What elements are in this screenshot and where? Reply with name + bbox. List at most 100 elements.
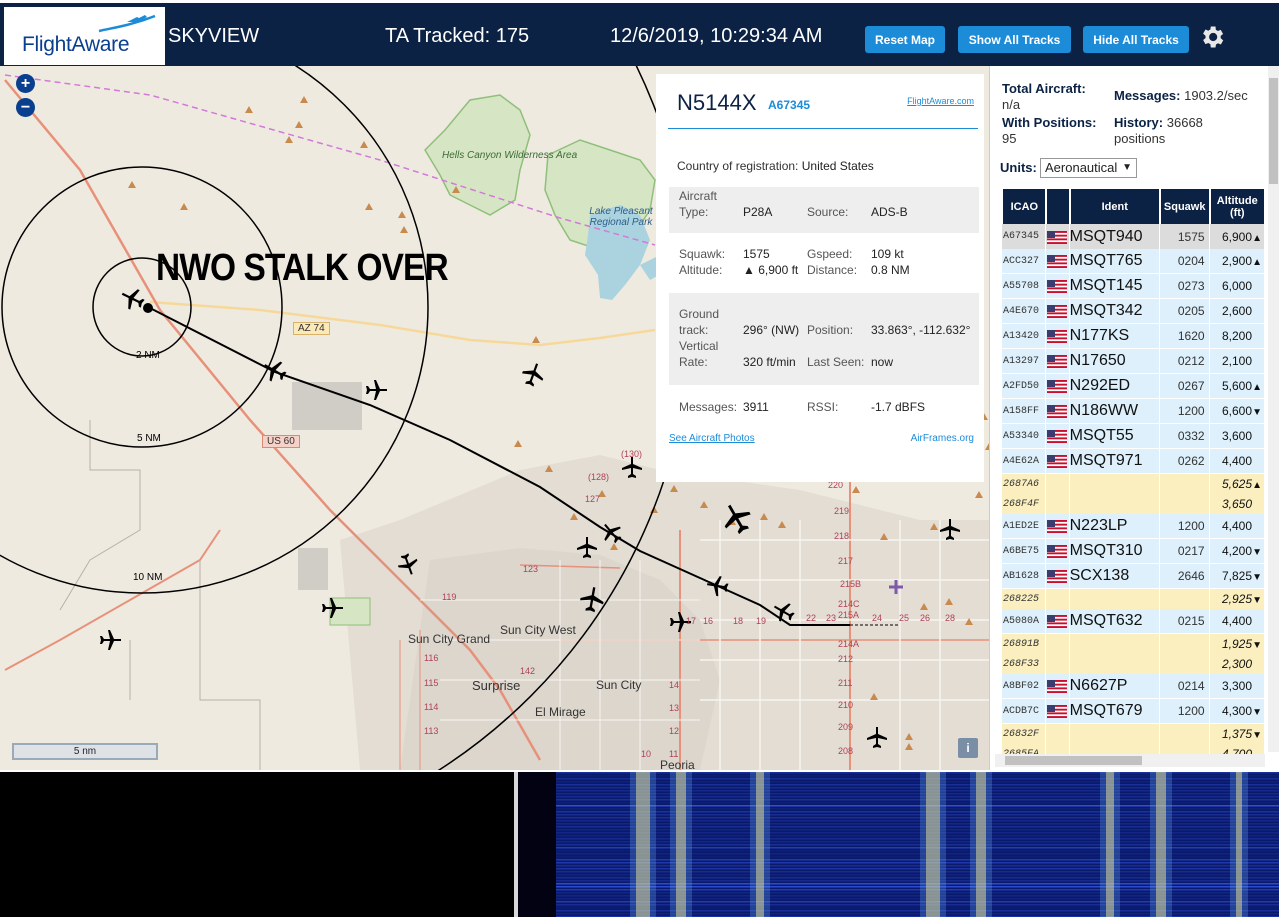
col-ident[interactable]: Ident bbox=[1069, 189, 1159, 224]
table-row[interactable]: ACC327 MSQT765 0204 2,900▲ bbox=[1002, 249, 1264, 274]
table-row[interactable]: 268F33 2,300 bbox=[1002, 654, 1264, 674]
route-number: 22 bbox=[806, 613, 817, 623]
table-row[interactable]: 268225 2,925▼ bbox=[1002, 589, 1264, 609]
aircraft-icon[interactable] bbox=[575, 536, 599, 560]
hide-all-tracks-button[interactable]: Hide All Tracks bbox=[1083, 26, 1189, 53]
table-row[interactable]: A6BE75 MSQT310 0217 4,200▼ bbox=[1002, 539, 1264, 564]
route-number: 215B bbox=[840, 579, 862, 589]
aircraft-icon[interactable] bbox=[772, 600, 796, 624]
cell-ident: MSQT55 bbox=[1069, 424, 1159, 449]
aircraft-icon[interactable] bbox=[865, 726, 889, 750]
table-row[interactable]: A2FD50 N292ED 0267 5,600▲ bbox=[1002, 374, 1264, 399]
cell-squawk bbox=[1159, 589, 1209, 609]
us-flag-icon bbox=[1046, 570, 1067, 584]
units-select[interactable]: Aeronautical ▼ bbox=[1040, 158, 1137, 178]
waterfall-graphic bbox=[556, 772, 1279, 917]
cell-altitude: 4,200▼ bbox=[1209, 539, 1264, 564]
table-row[interactable]: A13297 N17650 0212 2,100 bbox=[1002, 349, 1264, 374]
reset-map-button[interactable]: Reset Map bbox=[865, 26, 945, 53]
messages-value: 3911 bbox=[743, 400, 769, 414]
table-row[interactable]: 2687A6 5,625▲ bbox=[1002, 474, 1264, 494]
table-row[interactable]: AB1628 SCX138 2646 7,825▼ bbox=[1002, 564, 1264, 589]
chevron-down-icon: ▼ bbox=[1122, 162, 1132, 173]
table-row[interactable]: A5080A MSQT632 0215 4,400 bbox=[1002, 609, 1264, 634]
cell-flag bbox=[1045, 634, 1069, 654]
aircraft-icon[interactable] bbox=[706, 574, 730, 598]
cell-squawk: 1200 bbox=[1159, 514, 1209, 539]
table-horizontal-scroll-thumb[interactable] bbox=[1005, 756, 1142, 765]
track-value: 296° (NW) bbox=[743, 323, 800, 337]
messages-rate: Messages: 1903.2/sec bbox=[1114, 88, 1248, 104]
cell-flag bbox=[1045, 274, 1069, 299]
route-number: 214C bbox=[838, 599, 860, 609]
route-number: 16 bbox=[703, 616, 714, 626]
popup-flightaware-link[interactable]: FlightAware.com bbox=[907, 96, 974, 106]
cell-flag bbox=[1045, 514, 1069, 539]
altitude-trend-icon: ▲ bbox=[1252, 480, 1262, 491]
map-info-button[interactable]: i bbox=[958, 738, 978, 758]
col-altitude-unit: (ft) bbox=[1229, 206, 1245, 219]
aircraft-photos-link[interactable]: See Aircraft Photos bbox=[669, 433, 755, 444]
cell-flag bbox=[1045, 674, 1069, 699]
table-row[interactable]: ACDB7C MSQT679 1200 4,300▼ bbox=[1002, 699, 1264, 724]
aircraft-icon[interactable] bbox=[600, 521, 624, 545]
aircraft-icon[interactable] bbox=[620, 456, 644, 480]
cell-ident: SCX138 bbox=[1069, 564, 1159, 589]
cell-squawk: 0215 bbox=[1159, 609, 1209, 634]
cell-flag bbox=[1045, 424, 1069, 449]
show-all-tracks-button[interactable]: Show All Tracks bbox=[958, 26, 1071, 53]
table-row[interactable]: A55708 MSQT145 0273 6,000 bbox=[1002, 274, 1264, 299]
table-row[interactable]: A8BF02 N6627P 0214 3,300 bbox=[1002, 674, 1264, 699]
aircraft-icon[interactable] bbox=[578, 586, 606, 614]
sidebar-vertical-scroll-thumb[interactable] bbox=[1269, 78, 1278, 184]
table-row[interactable]: A4E670 MSQT342 0205 2,600 bbox=[1002, 299, 1264, 324]
aircraft-icon[interactable] bbox=[720, 502, 754, 536]
cell-altitude: 1,925▼ bbox=[1209, 634, 1264, 654]
airframes-link[interactable]: AirFrames.org bbox=[911, 433, 974, 444]
gear-icon[interactable] bbox=[1198, 23, 1226, 51]
table-row[interactable]: 26891B 1,925▼ bbox=[1002, 634, 1264, 654]
table-row[interactable]: A158FF N186WW 1200 6,600▼ bbox=[1002, 399, 1264, 424]
app-title: SKYVIEW bbox=[168, 25, 260, 47]
cell-ident: MSQT940 bbox=[1069, 224, 1159, 249]
route-number: 218 bbox=[834, 531, 850, 541]
table-row[interactable]: A67345 MSQT940 1575 6,900▲ bbox=[1002, 224, 1264, 249]
aircraft-selected-icon[interactable] bbox=[120, 286, 146, 312]
table-row[interactable]: A53340 MSQT55 0332 3,600 bbox=[1002, 424, 1264, 449]
aircraft-icon[interactable] bbox=[98, 628, 122, 652]
aircraft-icon[interactable] bbox=[364, 378, 388, 402]
history-unit: positions bbox=[1114, 131, 1166, 146]
table-row[interactable]: A13420 N177KS 1620 8,200 bbox=[1002, 324, 1264, 349]
altitude-trend-icon: ▲ bbox=[1252, 257, 1262, 268]
us-flag-icon bbox=[1046, 230, 1067, 244]
col-flag[interactable] bbox=[1045, 189, 1069, 224]
zoom-in-button[interactable]: + bbox=[16, 74, 35, 93]
us-flag-icon bbox=[1046, 330, 1067, 344]
table-row[interactable]: A1ED2E N223LP 1200 4,400 bbox=[1002, 514, 1264, 539]
col-icao[interactable]: ICAO bbox=[1002, 189, 1045, 224]
aircraft-icon[interactable] bbox=[938, 518, 962, 542]
cell-squawk: 0217 bbox=[1159, 539, 1209, 564]
lastseen-value: now bbox=[871, 355, 894, 369]
altitude-trend-icon: ▲ bbox=[1252, 382, 1262, 393]
zoom-out-button[interactable]: − bbox=[16, 98, 35, 117]
table-row[interactable]: 26832F 1,375▼ bbox=[1002, 724, 1264, 744]
col-squawk[interactable]: Squawk bbox=[1159, 189, 1209, 224]
altitude-value: 4,400 bbox=[1221, 519, 1252, 533]
cell-altitude: 4,400 bbox=[1209, 514, 1264, 539]
us-flag-icon bbox=[1046, 380, 1067, 394]
distance-label: Distance: bbox=[807, 263, 858, 277]
with-positions-value: 95 bbox=[1002, 131, 1017, 146]
aircraft-icon[interactable] bbox=[320, 596, 344, 620]
skyview-app: { "header": { "logo_text": "FlightAware"… bbox=[0, 0, 1279, 917]
cell-ident: N6627P bbox=[1069, 674, 1159, 699]
aircraft-icon[interactable] bbox=[396, 552, 420, 576]
aircraft-icon[interactable] bbox=[520, 362, 546, 388]
aircraft-icon[interactable] bbox=[262, 358, 288, 384]
flightaware-logo[interactable]: FlightAware bbox=[4, 7, 165, 65]
route-number: 12 bbox=[669, 726, 680, 736]
table-row[interactable]: A4E62A MSQT971 0262 4,400 bbox=[1002, 449, 1264, 474]
col-altitude[interactable]: Altitude (ft) bbox=[1209, 189, 1264, 224]
table-row[interactable]: 268F4F 3,650 bbox=[1002, 494, 1264, 514]
cell-altitude: 8,200 bbox=[1209, 324, 1264, 349]
